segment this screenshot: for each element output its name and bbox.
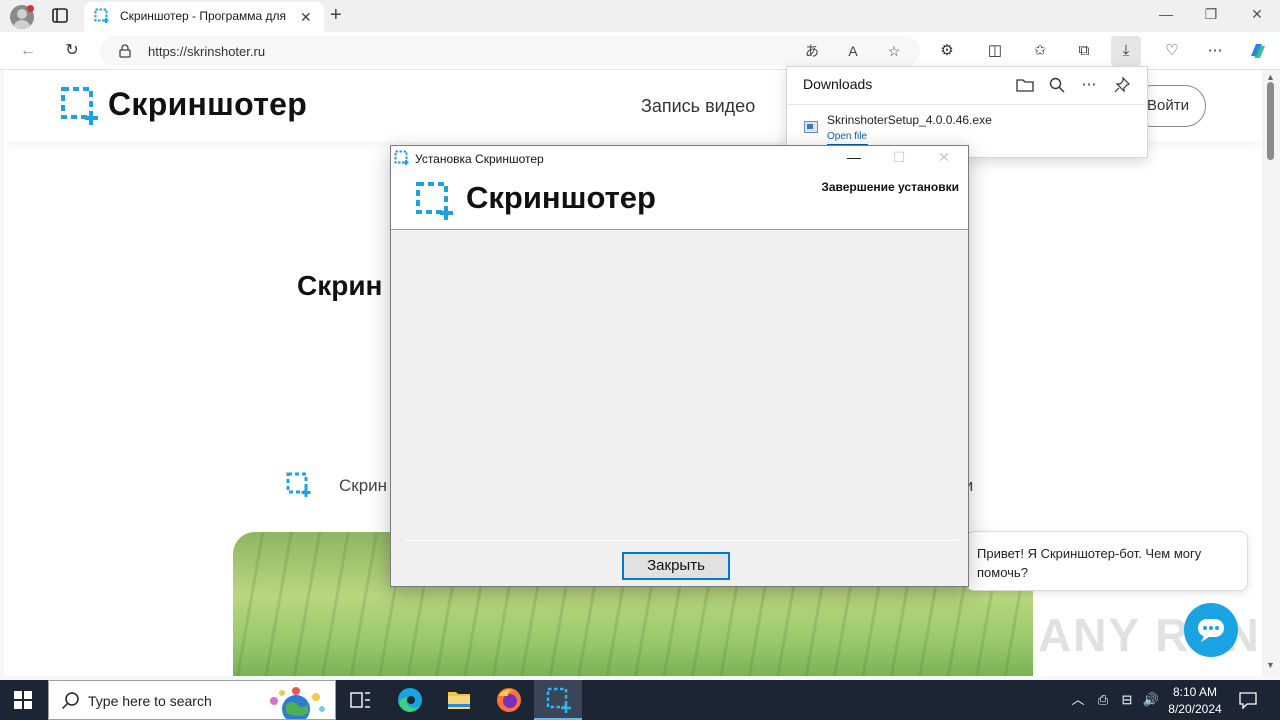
refresh-button[interactable]: ↻ xyxy=(62,41,82,61)
lock-icon[interactable] xyxy=(119,44,131,58)
installer-close-button[interactable]: Закрыть xyxy=(622,552,730,580)
downloads-divider xyxy=(787,104,1147,105)
network-icon[interactable]: ⊟ xyxy=(1118,691,1136,709)
new-tab-button[interactable]: + xyxy=(330,4,342,27)
installer-close-icon: ✕ xyxy=(938,149,950,165)
show-hidden-icons-icon[interactable]: ︿ xyxy=(1069,691,1087,709)
copilot-icon[interactable] xyxy=(1243,36,1273,66)
browser-tab-bar: Скриншотер - Программа для ✕ + — ❐ ✕ xyxy=(0,0,1280,32)
clock-date: 8/20/2024 xyxy=(1168,702,1222,716)
notification-dot xyxy=(27,5,34,12)
scroll-up-arrow-icon[interactable]: ▲ xyxy=(1266,72,1275,82)
taskbar-clock[interactable]: 8:10 AM 8/20/2024 xyxy=(1160,684,1230,718)
installer-minimize-button[interactable]: — xyxy=(844,149,864,167)
pin-icon[interactable] xyxy=(1111,74,1133,96)
chat-greeting-bubble[interactable]: Привет! Я Скриншотер-бот. Чем могу помоч… xyxy=(966,531,1248,591)
extensions-icon[interactable]: ⚙ xyxy=(932,36,962,66)
search-icon xyxy=(61,691,81,711)
browser-essentials-icon[interactable]: ♡ xyxy=(1157,36,1187,66)
url-text[interactable]: https://skrinshoter.ru xyxy=(148,44,265,59)
installer-app-icon xyxy=(394,150,410,166)
installer-header: Установка Скриншотер — ☐ ✕ Скриншотер За… xyxy=(391,146,968,230)
task-view-icon[interactable] xyxy=(336,680,384,720)
volume-icon[interactable]: 🔊 xyxy=(1142,691,1160,709)
close-window-button[interactable]: ✕ xyxy=(1247,6,1267,23)
firefox-icon[interactable] xyxy=(485,680,533,720)
open-folder-icon[interactable] xyxy=(1014,74,1036,96)
exe-file-icon xyxy=(804,121,818,133)
address-toolbar: ← ↻ https://skrinshoter.ru あ A ☆ ⚙ ◫ ✩ ⧉… xyxy=(0,32,1280,70)
scroll-down-arrow-icon[interactable]: ▼ xyxy=(1266,660,1275,670)
nav-link-video-recording[interactable]: Запись видео xyxy=(641,96,755,117)
tab-title: Скриншотер - Программа для xyxy=(120,9,287,23)
installer-window: Установка Скриншотер — ☐ ✕ Скриншотер За… xyxy=(390,145,969,587)
feature-logo-icon xyxy=(286,472,312,498)
chat-bot-button[interactable] xyxy=(1184,603,1238,657)
tab-actions-icon[interactable] xyxy=(48,6,72,26)
site-logo-text[interactable]: Скриншотер xyxy=(108,86,307,123)
windows-taskbar: Type here to search ︿ ⎙ ⊟ 🔊 8:10 AM 8/20… xyxy=(0,680,1280,720)
open-file-link[interactable]: Open file xyxy=(827,131,867,142)
installer-logo-text: Скриншотер xyxy=(466,180,656,215)
file-explorer-icon[interactable] xyxy=(435,680,483,720)
address-bar[interactable]: https://skrinshoter.ru あ A ☆ xyxy=(100,36,920,66)
feature-text: Скрин xyxy=(339,476,388,495)
downloads-more-icon[interactable]: ⋯ xyxy=(1078,74,1100,96)
installer-window-title: Установка Скриншотер xyxy=(415,152,544,166)
close-tab-icon[interactable]: ✕ xyxy=(300,9,312,26)
windows-start-icon[interactable] xyxy=(14,691,32,709)
browser-tab-active[interactable]: Скриншотер - Программа для ✕ xyxy=(84,2,324,32)
search-downloads-icon[interactable] xyxy=(1046,74,1068,96)
collections-icon[interactable]: ⧉ xyxy=(1069,36,1099,66)
skrinshoter-taskbar-icon[interactable] xyxy=(534,680,582,720)
clock-time: 8:10 AM xyxy=(1172,685,1218,699)
search-highlight-globe-icon[interactable] xyxy=(258,685,332,720)
notification-center-icon[interactable] xyxy=(1238,690,1258,710)
restore-window-button[interactable]: ❐ xyxy=(1201,6,1221,23)
downloads-title: Downloads xyxy=(803,76,873,92)
installer-separator xyxy=(405,540,958,541)
device-icon[interactable]: ⎙ xyxy=(1094,691,1112,709)
installer-logo-icon xyxy=(415,181,455,221)
skrinshoter-logo-icon[interactable] xyxy=(60,86,100,126)
edge-browser-icon[interactable] xyxy=(386,680,434,720)
minimize-window-button[interactable]: — xyxy=(1156,6,1176,22)
scroll-thumb[interactable] xyxy=(1267,82,1274,160)
favorite-star-icon[interactable]: ☆ xyxy=(884,42,904,62)
download-file-name[interactable]: SkrinshoterSetup_4.0.0.46.exe xyxy=(827,113,992,127)
favorites-icon[interactable]: ✩ xyxy=(1025,36,1055,66)
hero-title: Скрин xyxy=(297,270,383,301)
installer-maximize-button: ☐ xyxy=(892,149,906,165)
search-placeholder[interactable]: Type here to search xyxy=(88,693,212,709)
downloads-icon[interactable]: ⤓ xyxy=(1111,36,1141,66)
more-icon[interactable]: ⋯ xyxy=(1200,36,1230,66)
skrinshoter-favicon-icon xyxy=(94,8,110,24)
back-button[interactable]: ← xyxy=(18,41,38,61)
page-scrollbar[interactable]: ▲ ▼ xyxy=(1262,70,1280,676)
split-screen-icon[interactable]: ◫ xyxy=(980,36,1010,66)
installer-heading: Завершение установки xyxy=(821,180,959,194)
read-aloud-icon[interactable]: A xyxy=(843,42,863,62)
translate-icon[interactable]: あ xyxy=(802,42,822,62)
